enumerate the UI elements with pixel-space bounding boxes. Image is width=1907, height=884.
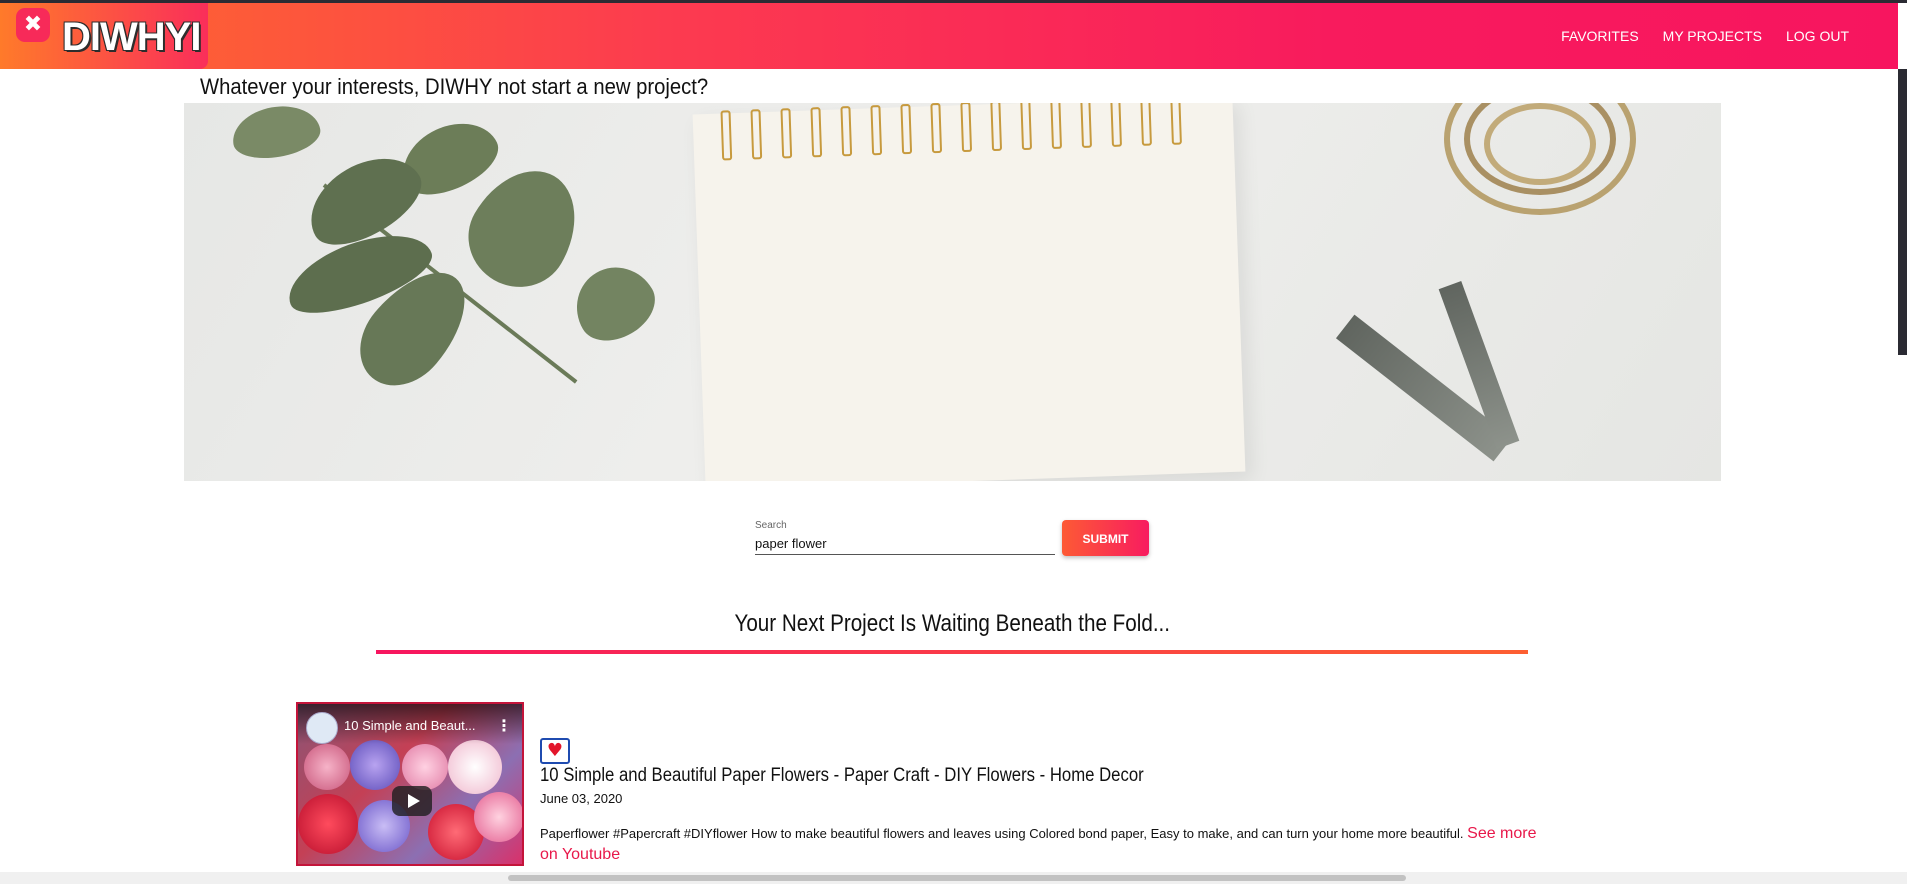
hero-image: [184, 103, 1721, 481]
search-field: Search: [755, 520, 1055, 556]
notebook-illustration: [692, 103, 1246, 481]
section-divider: [376, 650, 1528, 654]
horizontal-scrollbar-thumb[interactable]: [508, 875, 1406, 881]
video-title-overlay[interactable]: 10 Simple and Beaut...: [344, 718, 476, 733]
more-vert-icon[interactable]: ⋮: [496, 716, 512, 735]
page-tagline: Whatever your interests, DIWHY not start…: [200, 74, 709, 99]
result-description: Paperflower #Papercraft #DIYflower How t…: [540, 823, 1540, 865]
search-label: Search: [755, 520, 787, 531]
nav-logout-link[interactable]: LOG OUT: [1786, 28, 1849, 44]
tools-icon: ✖: [16, 8, 50, 42]
brand-logo-text: DIWHYI: [62, 15, 201, 59]
brand-logo[interactable]: ✖ DIWHYI: [0, 3, 208, 69]
nav-my-projects-link[interactable]: MY PROJECTS: [1663, 28, 1762, 44]
submit-button[interactable]: SUBMIT: [1062, 520, 1149, 556]
search-input[interactable]: [755, 532, 1055, 555]
favorite-heart-icon[interactable]: ♥: [540, 738, 570, 764]
nav-links: FAVORITES MY PROJECTS LOG OUT: [1561, 3, 1849, 69]
channel-avatar[interactable]: [306, 712, 338, 744]
section-heading-text: Your Next Project Is Waiting Beneath the…: [734, 610, 1170, 637]
nav-favorites-link[interactable]: FAVORITES: [1561, 28, 1639, 44]
result-date: June 03, 2020: [540, 791, 623, 806]
video-thumbnail[interactable]: 10 Simple and Beaut... ⋮: [296, 702, 524, 866]
horizontal-scrollbar[interactable]: [0, 872, 1907, 884]
play-icon[interactable]: [392, 786, 432, 816]
section-heading: Your Next Project Is Waiting Beneath the…: [376, 610, 1528, 638]
result-description-text: Paperflower #Papercraft #DIYflower How t…: [540, 826, 1464, 841]
top-navbar: FAVORITES MY PROJECTS LOG OUT: [0, 3, 1898, 69]
vertical-scrollbar[interactable]: [1898, 69, 1907, 355]
result-title: 10 Simple and Beautiful Paper Flowers - …: [540, 765, 1144, 786]
